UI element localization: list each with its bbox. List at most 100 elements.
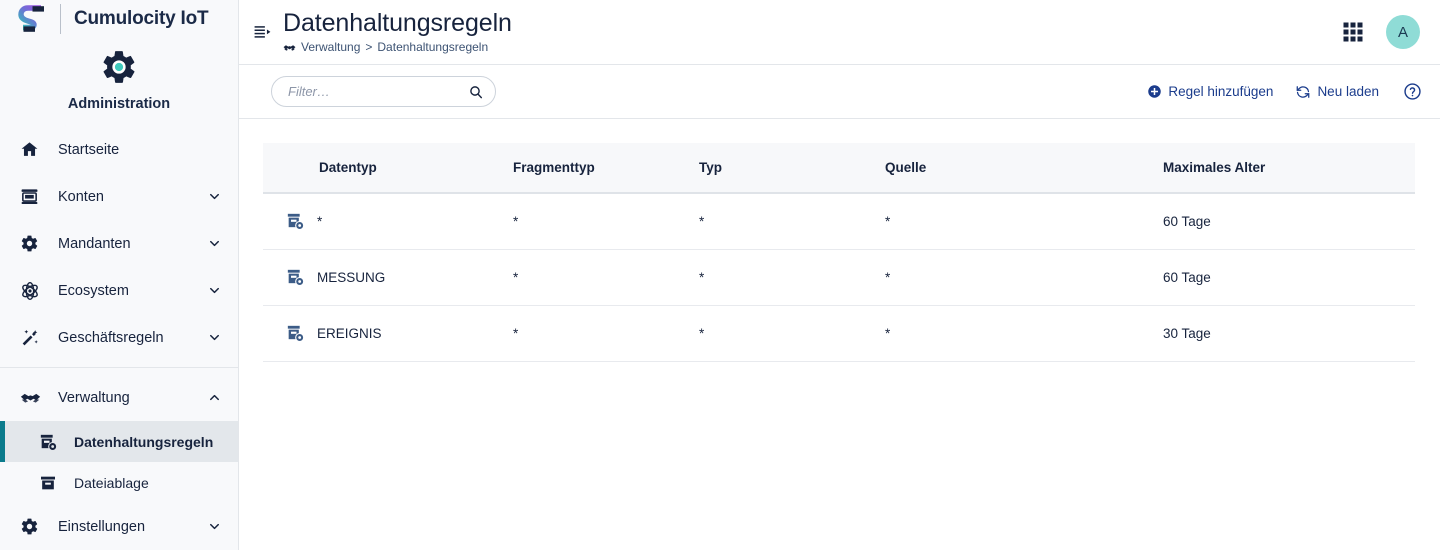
nav-divider [0, 367, 238, 368]
avatar[interactable]: A [1386, 15, 1420, 49]
sidebar-item-datenhaltungsregeln[interactable]: Datenhaltungsregeln [0, 421, 238, 462]
search-icon[interactable] [468, 84, 484, 100]
breadcrumb: Verwaltung > Datenhaltungsregeln [283, 40, 512, 54]
table-container: Datentyp Fragmenttyp Typ Quelle Maximale… [239, 119, 1440, 550]
handshake-icon [283, 41, 296, 54]
cell-typ: * [691, 305, 877, 362]
cell-typ: * [691, 193, 877, 250]
table-row[interactable]: * * * * 60 Tage [263, 193, 1415, 250]
search-input[interactable] [288, 84, 468, 99]
cell-maximales-alter: 60 Tage [1155, 193, 1415, 250]
avatar-initial: A [1397, 23, 1408, 41]
cell-value: EREIGNIS [317, 325, 382, 341]
reload-label: Neu laden [1317, 84, 1379, 99]
gear-icon [20, 517, 46, 536]
column-header-datentyp[interactable]: Datentyp [263, 143, 505, 194]
breadcrumb-current: Datenhaltungsregeln [377, 40, 489, 55]
page-title: Datenhaltungsregeln [283, 8, 512, 37]
sidebar-item-konten[interactable]: Konten [0, 173, 238, 220]
sidebar-item-label: Verwaltung [58, 389, 130, 406]
cell-value: * [317, 213, 323, 229]
table-body: * * * * 60 Tage MESSUNG * * * 60 Tage ER… [263, 193, 1415, 362]
sidebar-item-label: Konten [58, 188, 104, 205]
cell-datentyp: * [263, 193, 505, 250]
retention-rule-icon [285, 211, 307, 231]
cell-maximales-alter: 60 Tage [1155, 249, 1415, 306]
cell-datentyp: EREIGNIS [263, 305, 505, 362]
sidebar-item-mandanten[interactable]: Mandanten [0, 220, 238, 267]
sidebar-item-label: Mandanten [58, 235, 131, 252]
table-head: Datentyp Fragmenttyp Typ Quelle Maximale… [263, 143, 1415, 194]
reload-button[interactable]: Neu laden [1295, 84, 1379, 100]
cell-datentyp: MESSUNG [263, 249, 505, 306]
refresh-icon [1295, 84, 1311, 100]
chevron-down-icon[interactable] [207, 189, 222, 204]
retention-rule-icon [285, 323, 307, 343]
cell-fragmenttyp: * [505, 249, 691, 306]
plus-circle-icon [1147, 84, 1162, 99]
sidebar-item-label: Ecosystem [58, 282, 129, 299]
sidebar-item-verwaltung[interactable]: Verwaltung [0, 374, 238, 421]
handshake-icon [20, 387, 46, 408]
question-circle-icon[interactable] [1403, 82, 1422, 101]
column-header-typ[interactable]: Typ [691, 143, 877, 194]
chevron-down-icon[interactable] [207, 283, 222, 298]
filter-box[interactable] [271, 76, 496, 107]
action-bar: Regel hinzufügen Neu laden [239, 65, 1440, 119]
app-root: Cumulocity IoT Administration Startseite… [0, 0, 1440, 550]
column-header-maximales-alter[interactable]: Maximales Alter [1155, 143, 1415, 194]
sidebar-nav: Startseite Konten Mandanten Ecosystem Ge… [0, 126, 238, 550]
sidebar-item-dateiablage[interactable]: Dateiablage [0, 462, 238, 503]
gear-icon [20, 234, 46, 253]
sidebar-item-geschaeftsregeln[interactable]: Geschäftsregeln [0, 314, 238, 361]
main-area: Datenhaltungsregeln Verwaltung > Datenha… [239, 0, 1440, 550]
retention-rule-icon [285, 267, 307, 287]
archive-icon [38, 473, 64, 493]
add-rule-button[interactable]: Regel hinzufügen [1147, 84, 1273, 99]
cell-value: MESSUNG [317, 269, 386, 285]
breadcrumb-parent[interactable]: Verwaltung [301, 40, 360, 54]
cell-quelle: * [877, 305, 1155, 362]
chevron-up-icon[interactable] [207, 390, 222, 405]
column-header-quelle[interactable]: Quelle [877, 143, 1155, 194]
table-header-row: Datentyp Fragmenttyp Typ Quelle Maximale… [263, 143, 1415, 194]
sidebar-item-einstellungen[interactable]: Einstellungen [0, 503, 238, 550]
retention-rules-table: Datentyp Fragmenttyp Typ Quelle Maximale… [263, 143, 1415, 362]
wand-icon [20, 328, 46, 348]
brand-divider [60, 4, 61, 34]
sidebar-subitem-label: Datenhaltungsregeln [74, 433, 214, 450]
cell-fragmenttyp: * [505, 193, 691, 250]
atom-icon [20, 281, 46, 301]
software-ag-logo-icon [17, 2, 51, 36]
add-rule-label: Regel hinzufügen [1168, 84, 1274, 99]
page-header: Datenhaltungsregeln Verwaltung > Datenha… [239, 0, 1440, 65]
brand[interactable]: Cumulocity IoT [0, 0, 238, 38]
chevron-down-icon[interactable] [207, 236, 222, 251]
table-row[interactable]: EREIGNIS * * * 30 Tage [263, 305, 1415, 362]
chevron-down-icon[interactable] [207, 330, 222, 345]
collapse-menu-icon[interactable] [245, 15, 279, 49]
grid-apps-icon[interactable] [1336, 15, 1370, 49]
sidebar-app-label: Administration [67, 96, 171, 112]
sidebar-item-ecosystem[interactable]: Ecosystem [0, 267, 238, 314]
gear-icon [100, 48, 138, 91]
home-icon [20, 140, 46, 159]
chevron-down-icon[interactable] [207, 519, 222, 534]
sidebar-item-label: Geschäftsregeln [58, 329, 164, 346]
accounts-icon [20, 187, 46, 206]
cell-maximales-alter: 30 Tage [1155, 305, 1415, 362]
column-header-fragmenttyp[interactable]: Fragmenttyp [505, 143, 691, 194]
sidebar-subitem-label: Dateiablage [74, 474, 149, 491]
sidebar-app-header: Administration [0, 38, 238, 126]
sidebar-item-label: Einstellungen [58, 518, 146, 535]
sidebar-item-label: Startseite [58, 141, 120, 158]
cell-quelle: * [877, 193, 1155, 250]
cell-fragmenttyp: * [505, 305, 691, 362]
brand-title: Cumulocity IoT [74, 8, 209, 29]
sidebar-item-startseite[interactable]: Startseite [0, 126, 238, 173]
retention-rule-icon [38, 432, 64, 452]
sidebar: Cumulocity IoT Administration Startseite… [0, 0, 239, 550]
cell-quelle: * [877, 249, 1155, 306]
table-row[interactable]: MESSUNG * * * 60 Tage [263, 249, 1415, 306]
title-block: Datenhaltungsregeln Verwaltung > Datenha… [283, 8, 512, 54]
